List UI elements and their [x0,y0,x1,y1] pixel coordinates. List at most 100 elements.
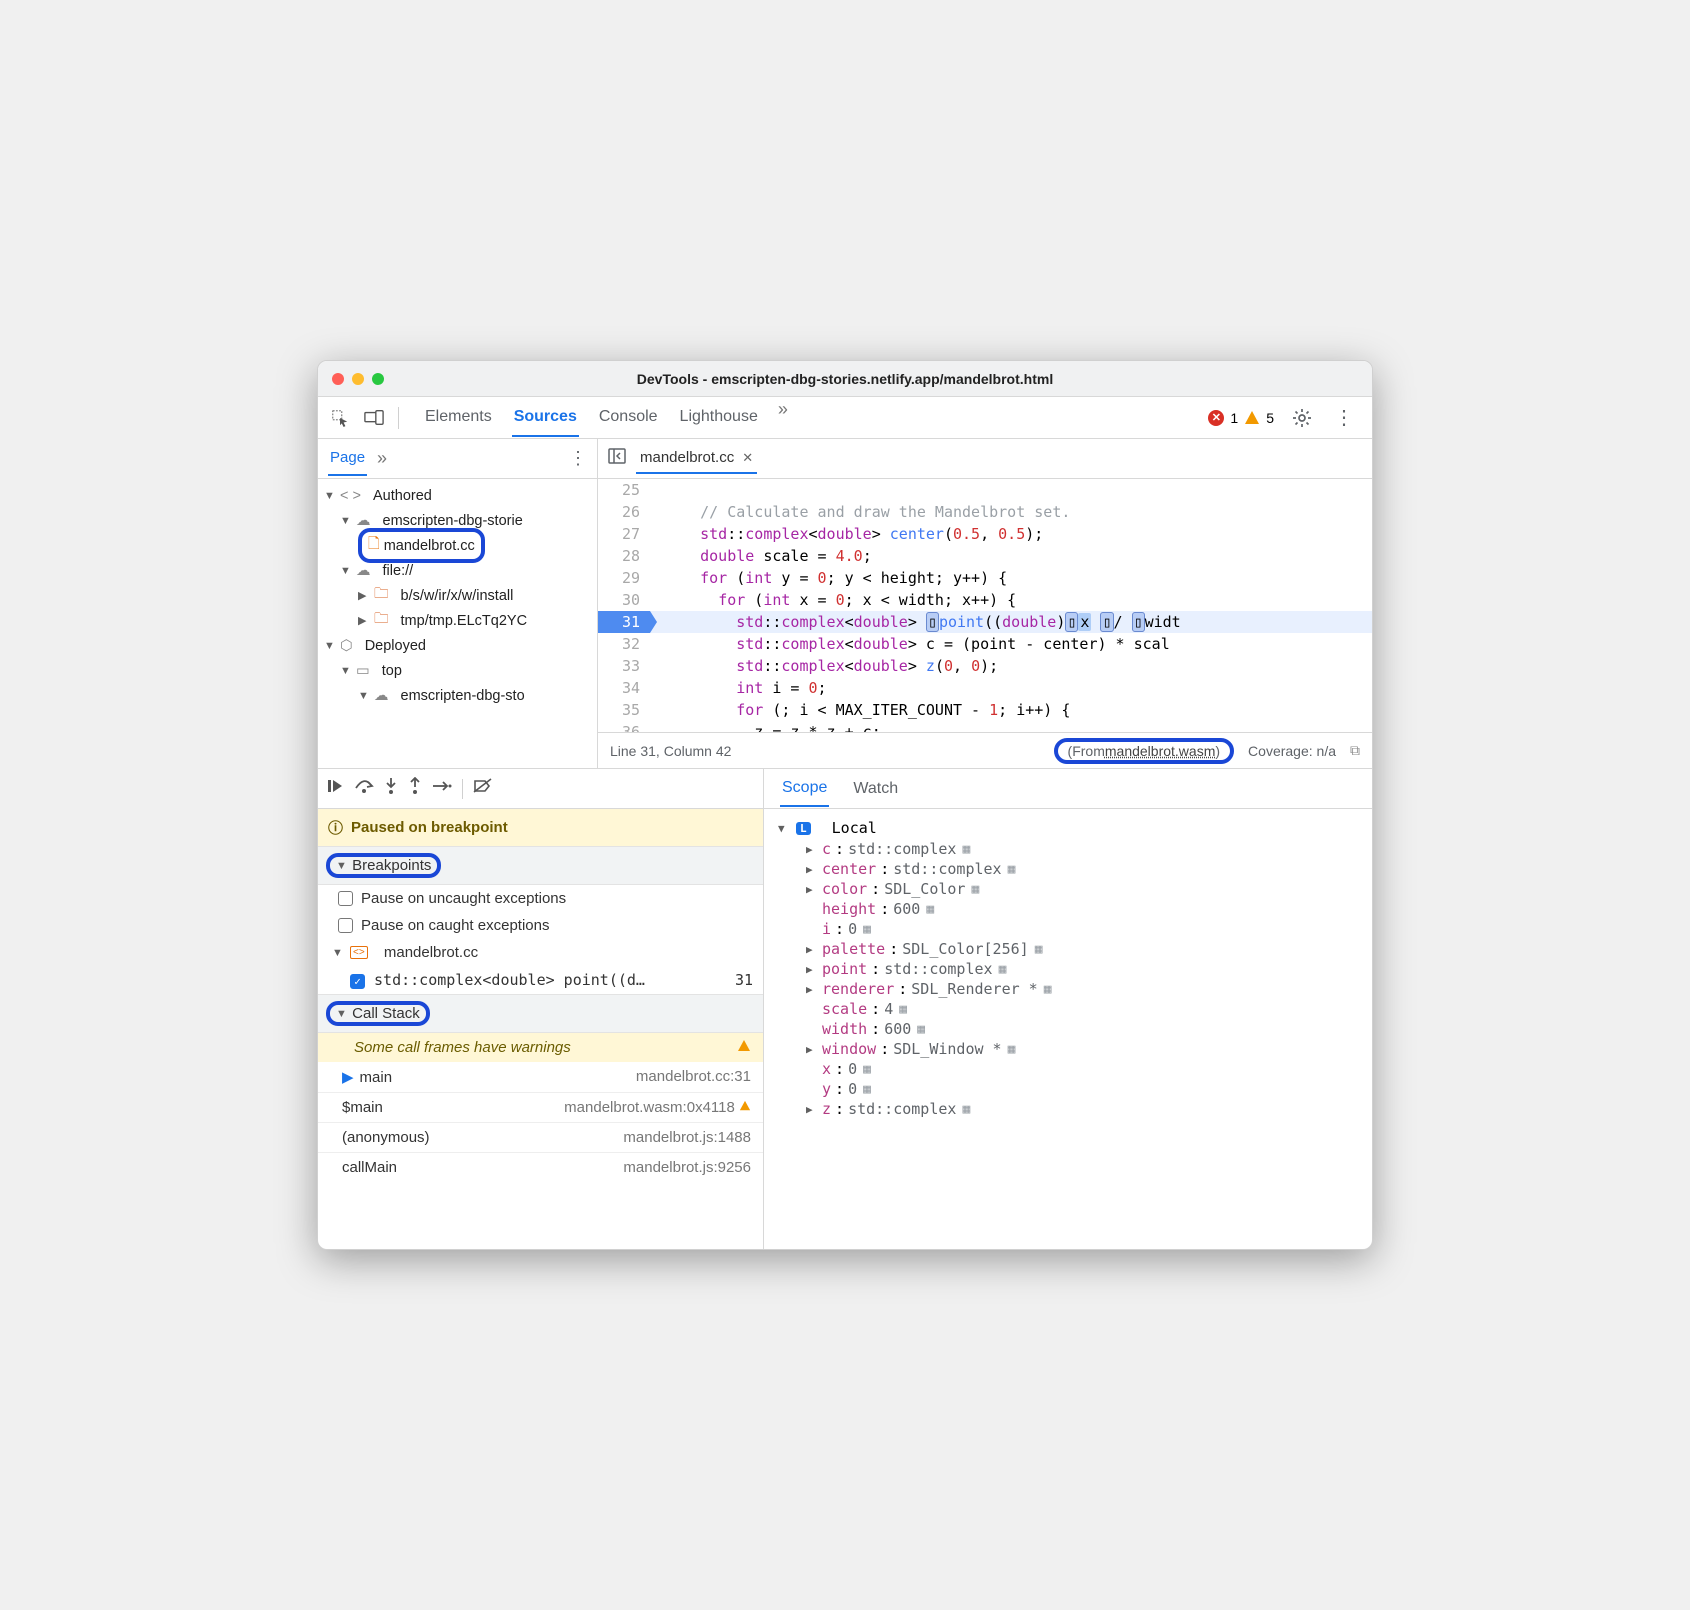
scope-variable[interactable]: width: 600▦ [778,1019,1358,1039]
scope-variable[interactable]: scale: 4▦ [778,999,1358,1019]
callstack-warning: Some call frames have warnings [318,1033,763,1062]
memory-icon[interactable]: ▦ [863,1062,871,1077]
warning-icon [1244,410,1260,426]
scope-variable[interactable]: ▶center: std::complex▦ [778,859,1358,879]
tree-authored[interactable]: ▼< > Authored [318,483,597,508]
scope-variable[interactable]: y: 0▦ [778,1079,1358,1099]
debug-controls [318,769,764,808]
minimize-window-button[interactable] [352,373,364,385]
tab-lighthouse[interactable]: Lighthouse [678,399,760,437]
callstack-frame[interactable]: ▶mainmandelbrot.cc:31 [318,1062,763,1092]
error-warning-counts[interactable]: ✕ 1 5 [1208,410,1274,426]
tree-deployed[interactable]: ▼⬡ Deployed [318,633,597,658]
sourcemap-origin[interactable]: (From mandelbrot.wasm) [1054,738,1235,764]
deactivate-breakpoints-icon[interactable] [473,778,493,799]
tab-sources[interactable]: Sources [512,399,579,437]
toggle-navigator-icon[interactable] [608,447,626,470]
error-icon: ✕ [1208,410,1224,426]
more-tabs-icon[interactable]: » [778,399,788,437]
inspect-element-icon[interactable] [326,404,354,432]
memory-icon[interactable]: ▦ [1008,862,1016,877]
memory-icon[interactable]: ▦ [863,922,871,937]
resume-icon[interactable] [326,777,344,800]
memory-icon[interactable]: ▦ [962,1102,970,1117]
breakpoints-header[interactable]: ▼ Breakpoints [318,846,763,885]
cursor-position: Line 31, Column 42 [610,743,731,759]
scope-variable[interactable]: ▶z: std::complex▦ [778,1099,1358,1119]
memory-icon[interactable]: ▦ [1044,982,1052,997]
traffic-lights [318,373,384,385]
memory-icon[interactable]: ▦ [962,842,970,857]
debug-left-pane: ⓘ Paused on breakpoint ▼ Breakpoints Pau… [318,809,764,1249]
tab-elements[interactable]: Elements [423,399,494,437]
show-drawer-icon[interactable]: ⧉ [1350,742,1360,759]
step-into-icon[interactable] [384,777,398,800]
memory-icon[interactable]: ▦ [971,882,979,897]
scope-variable[interactable]: ▶c: std::complex▦ [778,839,1358,859]
callstack-header[interactable]: ▼ Call Stack [318,994,763,1033]
divider [462,779,463,799]
titlebar: DevTools - emscripten-dbg-stories.netlif… [318,361,1372,397]
tree-top[interactable]: ▼▭ top [318,658,597,683]
debugger-toolbar-row: Scope Watch [318,769,1372,809]
zoom-window-button[interactable] [372,373,384,385]
scope-variable[interactable]: height: 600▦ [778,899,1358,919]
page-subtab[interactable]: Page [328,441,367,476]
info-icon: ⓘ [328,817,343,838]
kebab-menu-icon[interactable]: ⋮ [1330,404,1358,432]
main-tabs: Elements Sources Console Lighthouse » [423,399,788,437]
tab-scope[interactable]: Scope [780,771,829,807]
scope-variable[interactable]: i: 0▦ [778,919,1358,939]
memory-icon[interactable]: ▦ [863,1082,871,1097]
device-toolbar-icon[interactable] [360,404,388,432]
close-window-button[interactable] [332,373,344,385]
settings-icon[interactable] [1288,404,1316,432]
callstack-frame[interactable]: $mainmandelbrot.wasm:0x4118 [318,1092,763,1122]
scope-local-header[interactable]: ▼L Local [778,817,1358,839]
step-icon[interactable] [432,779,452,798]
close-tab-icon[interactable]: ✕ [742,450,753,466]
error-count: 1 [1230,410,1238,426]
callstack-frame[interactable]: (anonymous)mandelbrot.js:1488 [318,1122,763,1152]
debugger-bottom: ⓘ Paused on breakpoint ▼ Breakpoints Pau… [318,809,1372,1249]
memory-icon[interactable]: ▦ [899,1002,907,1017]
file-mandelbrot-cc[interactable]: 🗋 mandelbrot.cc [318,533,597,558]
tree-path-2[interactable]: ▶🗀 tmp/tmp.ELcTq2YC [318,608,597,633]
scope-variable[interactable]: ▶window: SDL_Window *▦ [778,1039,1358,1059]
step-out-icon[interactable] [408,777,422,800]
tree-host-deployed[interactable]: ▼☁︎ emscripten-dbg-sto [318,683,597,708]
scope-variable[interactable]: ▶renderer: SDL_Renderer *▦ [778,979,1358,999]
navigator-tree: ▼< > Authored ▼☁︎ emscripten-dbg-storie … [318,479,598,768]
pause-uncaught-row[interactable]: Pause on uncaught exceptions [318,885,763,912]
scope-variable[interactable]: ▶point: std::complex▦ [778,959,1358,979]
memory-icon[interactable]: ▦ [917,1022,925,1037]
sources-split: ▼< > Authored ▼☁︎ emscripten-dbg-storie … [318,479,1372,769]
window-title: DevTools - emscripten-dbg-stories.netlif… [637,371,1053,387]
warning-count: 5 [1266,410,1274,426]
memory-icon[interactable]: ▦ [1035,942,1043,957]
editor-file-tab[interactable]: mandelbrot.cc ✕ [636,443,757,474]
debug-tabs: Scope Watch [764,769,1372,808]
bp-file-row[interactable]: ▼<> mandelbrot.cc [318,939,763,966]
coverage-label: Coverage: n/a [1248,743,1336,759]
main-tab-strip: Elements Sources Console Lighthouse » ✕ … [318,397,1372,439]
scope-variable[interactable]: ▶color: SDL_Color▦ [778,879,1358,899]
page-kebab-icon[interactable]: ⋮ [569,448,587,469]
bp-code-row[interactable]: ✓ std::complex<double> point((d… 31 [318,966,763,994]
tab-console[interactable]: Console [597,399,660,437]
tree-path-1[interactable]: ▶🗀 b/s/w/ir/x/w/install [318,583,597,608]
step-over-icon[interactable] [354,778,374,799]
scope-variable[interactable]: x: 0▦ [778,1059,1358,1079]
paused-banner: ⓘ Paused on breakpoint [318,809,763,846]
memory-icon[interactable]: ▦ [926,902,934,917]
tab-watch[interactable]: Watch [853,780,898,798]
code-editor: 25 26 // Calculate and draw the Mandelbr… [598,479,1372,768]
memory-icon[interactable]: ▦ [1008,1042,1016,1057]
page-more-icon[interactable]: » [377,448,387,469]
callstack-frame[interactable]: callMainmandelbrot.js:9256 [318,1152,763,1182]
code-area[interactable]: 25 26 // Calculate and draw the Mandelbr… [598,479,1372,732]
memory-icon[interactable]: ▦ [999,962,1007,977]
pause-caught-row[interactable]: Pause on caught exceptions [318,912,763,939]
scope-variable[interactable]: ▶palette: SDL_Color[256]▦ [778,939,1358,959]
secondary-bar: Page » ⋮ mandelbrot.cc ✕ [318,439,1372,479]
